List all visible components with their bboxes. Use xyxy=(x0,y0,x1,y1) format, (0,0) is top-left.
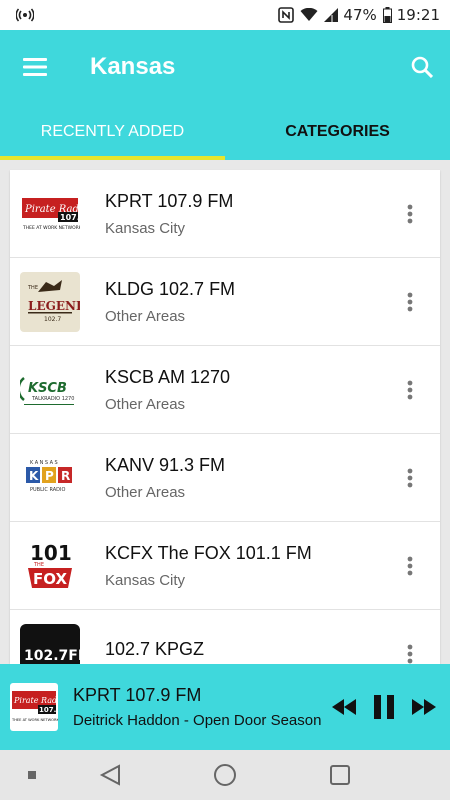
more-vert-icon xyxy=(407,380,413,399)
overview-square-icon xyxy=(330,765,350,785)
station-name: KPRT 107.9 FM xyxy=(105,190,234,211)
station-row[interactable]: THE LEGEND 102.7 KLDG 102.7 FM Other Are… xyxy=(10,258,440,346)
page-title: Kansas xyxy=(90,53,176,80)
svg-text:Pirate Radio: Pirate Radio xyxy=(13,696,58,705)
svg-text:107.9: 107.9 xyxy=(60,213,80,222)
more-options-button[interactable] xyxy=(390,170,430,258)
svg-text:THEE AT WORK NETWORK: THEE AT WORK NETWORK xyxy=(22,225,80,231)
rewind-button[interactable] xyxy=(324,687,364,727)
more-options-button[interactable] xyxy=(390,346,430,434)
hamburger-menu-icon xyxy=(23,58,47,76)
station-row[interactable]: KSCB TALKRADIO 1270 KSCB AM 1270 Other A… xyxy=(10,346,440,434)
station-name: KCFX The FOX 101.1 FM xyxy=(105,542,312,563)
app-bar: Kansas xyxy=(0,30,450,104)
home-circle-icon xyxy=(214,764,236,786)
signal-icon xyxy=(324,8,339,22)
svg-text:TALKRADIO 1270: TALKRADIO 1270 xyxy=(31,396,74,402)
search-button[interactable] xyxy=(394,30,450,104)
svg-text:KSCB: KSCB xyxy=(28,381,67,396)
tab-categories[interactable]: CATEGORIES xyxy=(225,104,450,160)
station-row[interactable]: KANSAS K P R PUBLIC RADIO KANV 91.3 FM O… xyxy=(10,434,440,522)
svg-text:K: K xyxy=(29,469,39,483)
svg-text:THEE AT WORK NETWORK: THEE AT WORK NETWORK xyxy=(11,718,58,722)
clock: 19:21 xyxy=(396,6,440,24)
fast-forward-icon xyxy=(412,699,436,715)
kscb-logo: KSCB TALKRADIO 1270 xyxy=(20,360,80,420)
search-icon xyxy=(411,56,433,78)
player-track: Deitrick Haddon - Open Door Season xyxy=(73,712,322,729)
more-options-button[interactable] xyxy=(390,258,430,346)
rewind-icon xyxy=(332,699,356,715)
nav-recents-dot-button[interactable] xyxy=(2,750,62,800)
svg-text:P: P xyxy=(45,469,54,483)
player-station-name: KPRT 107.9 FM xyxy=(73,685,202,705)
tab-bar: RECENTLY ADDED CATEGORIES xyxy=(0,104,450,160)
station-location: Other Areas xyxy=(105,483,186,501)
more-vert-icon xyxy=(407,204,413,223)
svg-text:102.7: 102.7 xyxy=(44,316,61,323)
more-vert-icon xyxy=(407,292,413,311)
the-legend-logo: THE LEGEND 102.7 xyxy=(20,271,80,332)
more-options-button[interactable] xyxy=(390,434,430,522)
broadcast-icon xyxy=(16,8,34,22)
station-row[interactable]: Pirate Radio 107.9 THEE AT WORK NETWORK … xyxy=(10,170,440,258)
tab-recently-added[interactable]: RECENTLY ADDED xyxy=(0,104,225,160)
station-row[interactable]: 101 THE FOX KCFX The FOX 101.1 FM Kansas… xyxy=(10,522,440,610)
svg-text:THE: THE xyxy=(33,562,44,568)
station-name: 102.7 KPGZ xyxy=(105,639,205,659)
nav-home-button[interactable] xyxy=(195,750,255,800)
station-name: KANV 91.3 FM xyxy=(105,454,226,475)
now-playing-bar[interactable]: Pirate Radio 107.9 THEE AT WORK NETWORK … xyxy=(0,664,450,750)
station-location: Kansas City xyxy=(105,219,186,237)
svg-text:LEGEND: LEGEND xyxy=(28,299,80,313)
more-vert-icon xyxy=(407,468,413,487)
more-options-button[interactable] xyxy=(390,610,430,665)
player-station-logo: Pirate Radio 107.9 THEE AT WORK NETWORK xyxy=(10,683,58,731)
1027fm-logo: 102.7FM xyxy=(20,623,80,664)
station-name: KSCB AM 1270 xyxy=(105,366,231,387)
nav-overview-button[interactable] xyxy=(310,750,370,800)
nav-back-button[interactable] xyxy=(80,750,140,800)
wifi-icon xyxy=(300,8,318,22)
battery-icon xyxy=(382,7,392,23)
station-name: KLDG 102.7 FM xyxy=(105,278,236,299)
nfc-icon xyxy=(278,7,295,23)
svg-text:KANSAS: KANSAS xyxy=(30,460,59,466)
system-nav-bar xyxy=(0,750,450,800)
svg-text:PUBLIC RADIO: PUBLIC RADIO xyxy=(30,487,65,493)
more-vert-icon xyxy=(407,556,413,575)
station-location: Kansas City xyxy=(105,571,186,589)
status-bar: 47% 19:21 xyxy=(0,0,450,30)
menu-button[interactable] xyxy=(0,30,70,104)
svg-text:107.9: 107.9 xyxy=(39,706,58,714)
station-list: Pirate Radio 107.9 THEE AT WORK NETWORK … xyxy=(10,170,440,664)
station-location: Other Areas xyxy=(105,307,186,325)
more-options-button[interactable] xyxy=(390,522,430,610)
pirate-radio-logo: Pirate Radio 107.9 THEE AT WORK NETWORK xyxy=(20,184,80,244)
pause-icon xyxy=(374,695,394,719)
station-row[interactable]: 102.7FM 102.7 KPGZ xyxy=(10,610,440,664)
pause-button[interactable] xyxy=(364,687,404,727)
svg-text:R: R xyxy=(61,469,70,483)
station-location: Other Areas xyxy=(105,395,186,413)
fast-forward-button[interactable] xyxy=(404,687,444,727)
battery-percent: 47% xyxy=(343,6,377,24)
101-the-fox-logo: 101 THE FOX xyxy=(20,536,80,596)
svg-text:102.7FM: 102.7FM xyxy=(24,648,80,664)
back-triangle-icon xyxy=(99,764,120,786)
svg-text:THE: THE xyxy=(27,285,38,291)
svg-text:FOX: FOX xyxy=(33,570,67,588)
square-dot-icon xyxy=(28,771,36,779)
more-vert-icon xyxy=(407,644,413,663)
kansas-public-radio-logo: KANSAS K P R PUBLIC RADIO xyxy=(20,448,80,508)
